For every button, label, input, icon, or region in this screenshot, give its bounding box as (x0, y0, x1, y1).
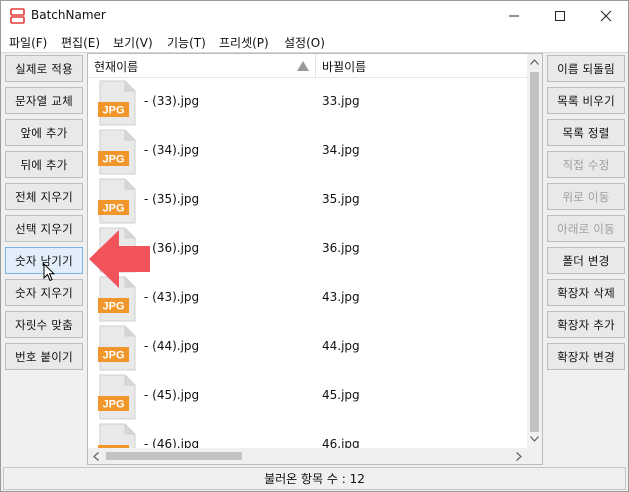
status-text: 불러온 항목 수 : 12 (264, 472, 365, 486)
current-name-cell: - (35).jpg (144, 192, 200, 206)
jpg-file-icon: JPG (98, 374, 136, 420)
current-name-cell: - (33).jpg (144, 94, 200, 108)
change-folder-button[interactable]: 폴더 변경 (547, 247, 625, 274)
scroll-down-icon[interactable] (530, 436, 539, 442)
jpg-file-icon: JPG (98, 325, 136, 371)
table-row[interactable]: JPG - (35).jpg 35.jpg (88, 176, 528, 225)
clear-list-button[interactable]: 목록 비우기 (547, 87, 625, 114)
menu-function[interactable]: 기능(T) (167, 34, 206, 51)
jpg-badge-label: JPG (102, 301, 124, 313)
clear-selected-button[interactable]: 선택 지우기 (5, 215, 83, 242)
menu-edit[interactable]: 편집(E) (61, 34, 100, 51)
current-name-cell: - (43).jpg (144, 290, 200, 304)
new-name-cell: 43.jpg (322, 290, 360, 304)
menu-preset[interactable]: 프리셋(P) (219, 34, 269, 51)
add-extension-button[interactable]: 확장자 추가 (547, 311, 625, 338)
apply-button[interactable]: 실제로 적용 (5, 55, 83, 82)
new-name-cell: 36.jpg (322, 241, 360, 255)
jpg-badge-label: JPG (102, 203, 124, 215)
column-separator[interactable] (315, 54, 316, 78)
menu-file[interactable]: 파일(F) (9, 34, 47, 51)
column-new-name[interactable]: 바뀔이름 (322, 58, 366, 75)
vertical-scroll-thumb[interactable] (530, 72, 539, 432)
add-numbering-button[interactable]: 번호 붙이기 (5, 343, 83, 370)
table-row[interactable]: JPG - (44).jpg 44.jpg (88, 323, 528, 372)
jpg-badge-label: JPG (102, 399, 124, 411)
edit-directly-button[interactable]: 직접 수정 (547, 151, 625, 178)
menu-settings[interactable]: 설정(O) (284, 34, 325, 51)
window-title: BatchNamer (31, 8, 106, 22)
current-name-cell: - (34).jpg (144, 143, 200, 157)
scroll-left-icon[interactable] (93, 452, 99, 461)
remove-numbers-button[interactable]: 숫자 지우기 (5, 279, 83, 306)
move-down-button[interactable]: 아래로 이동 (547, 215, 625, 242)
current-name-cell: - (44).jpg (144, 339, 200, 353)
move-up-button[interactable]: 위로 이동 (547, 183, 625, 210)
jpg-badge-label: JPG (102, 154, 124, 166)
jpg-file-icon: JPG (98, 80, 136, 126)
maximize-button[interactable] (537, 1, 583, 31)
table-row[interactable]: JPG - (43).jpg 43.jpg (88, 274, 528, 323)
replace-string-button[interactable]: 문자열 교체 (5, 87, 83, 114)
title-bar[interactable]: BatchNamer (1, 1, 628, 31)
file-list[interactable]: 현재이름 바뀔이름 JPG - (33).jpg 33.jpg JPG - (34).j… (87, 53, 543, 465)
list-header: 현재이름 바뀔이름 (88, 54, 528, 78)
current-name-cell: - (45).jpg (144, 388, 200, 402)
sort-list-button[interactable]: 목록 정렬 (547, 119, 625, 146)
new-name-cell: 34.jpg (322, 143, 360, 157)
clear-all-button[interactable]: 전체 지우기 (5, 183, 83, 210)
close-button[interactable] (583, 1, 629, 31)
app-icon (10, 8, 25, 24)
menu-bar: 파일(F) 편집(E) 보기(V) 기능(T) 프리셋(P) 설정(O) (1, 31, 628, 53)
new-name-cell: 44.jpg (322, 339, 360, 353)
horizontal-scroll-thumb[interactable] (106, 452, 242, 460)
menu-view[interactable]: 보기(V) (113, 34, 153, 51)
scroll-corner (527, 448, 542, 464)
jpg-file-icon: JPG (98, 178, 136, 224)
close-icon (600, 10, 612, 22)
table-row[interactable]: JPG - (34).jpg 34.jpg (88, 127, 528, 176)
new-name-cell: 35.jpg (322, 192, 360, 206)
prepend-button[interactable]: 앞에 추가 (5, 119, 83, 146)
jpg-badge-label: JPG (102, 105, 124, 117)
table-row[interactable]: JPG - (45).jpg 45.jpg (88, 372, 528, 421)
jpg-file-icon: JPG (98, 129, 136, 175)
column-current-name[interactable]: 현재이름 (94, 58, 138, 75)
minimize-button[interactable] (491, 1, 537, 31)
pad-digits-button[interactable]: 자릿수 맞춤 (5, 311, 83, 338)
horizontal-scrollbar[interactable] (88, 448, 528, 464)
append-button[interactable]: 뒤에 추가 (5, 151, 83, 178)
table-row[interactable]: JPG - (33).jpg 33.jpg (88, 78, 528, 127)
current-name-cell: - (36).jpg (144, 241, 200, 255)
sort-up-icon (297, 61, 309, 71)
delete-extension-button[interactable]: 확장자 삭제 (547, 279, 625, 306)
status-bar: 불러온 항목 수 : 12 (3, 467, 626, 490)
maximize-icon (555, 11, 565, 21)
revert-names-button[interactable]: 이름 되돌림 (547, 55, 625, 82)
scroll-up-icon[interactable] (530, 59, 539, 65)
new-name-cell: 33.jpg (322, 94, 360, 108)
red-arrow-icon (89, 230, 150, 288)
vertical-scrollbar[interactable] (527, 54, 542, 449)
new-name-cell: 45.jpg (322, 388, 360, 402)
table-row[interactable]: JPG- (36).jpg36.jpg (88, 225, 528, 274)
minimize-icon (509, 15, 519, 17)
scroll-right-icon[interactable] (516, 452, 522, 461)
mouse-cursor-icon (43, 263, 55, 282)
app-window: BatchNamer 파일(F) 편집(E) 보기(V) 기능(T) 프리셋(P… (0, 0, 629, 492)
change-extension-button[interactable]: 확장자 변경 (547, 343, 625, 370)
jpg-badge-label: JPG (102, 350, 124, 362)
